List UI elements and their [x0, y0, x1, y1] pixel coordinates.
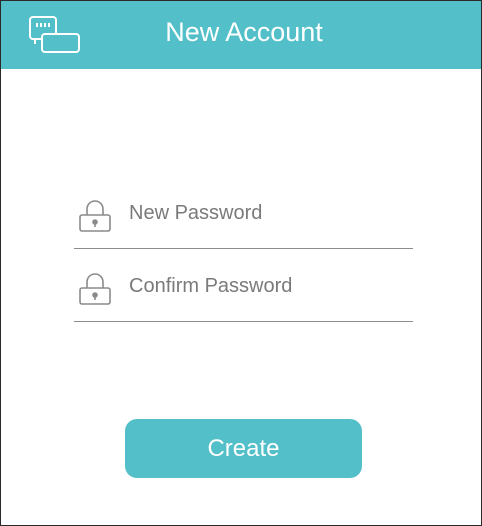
page-title: New Account [165, 17, 323, 47]
header-bar: New Account [1, 1, 481, 69]
confirm-password-input[interactable] [129, 271, 409, 301]
new-password-field [74, 196, 413, 249]
lock-icon [78, 196, 112, 236]
create-button[interactable]: Create [125, 419, 362, 478]
new-account-screen: New Account Create [0, 0, 482, 526]
new-password-input[interactable] [129, 198, 409, 228]
confirm-password-field [74, 269, 413, 322]
lock-icon [78, 269, 112, 309]
